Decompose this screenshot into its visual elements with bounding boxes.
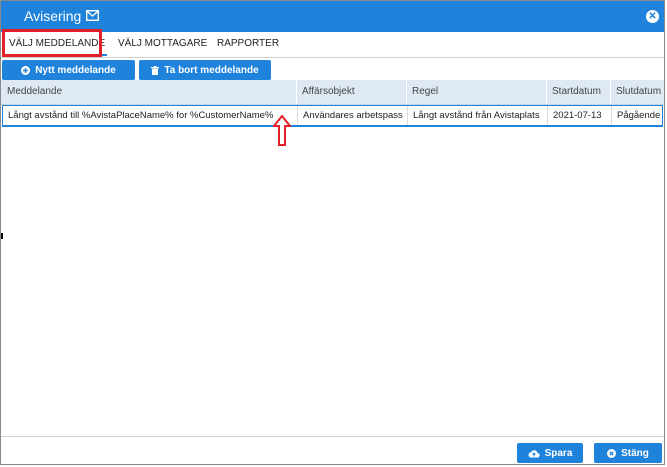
close-button[interactable]: Stäng bbox=[594, 443, 662, 463]
column-header-start-date[interactable]: Startdatum bbox=[546, 80, 610, 104]
delete-message-button[interactable]: Ta bort meddelande bbox=[139, 60, 271, 80]
active-tab-underline bbox=[7, 54, 108, 56]
tab-label: VÄLJ MOTTAGARE bbox=[118, 38, 208, 49]
tab-select-recipients[interactable]: VÄLJ MOTTAGARE bbox=[118, 38, 207, 49]
tab-select-message[interactable]: VÄLJ MEDDELANDE bbox=[7, 38, 108, 56]
title-bar: Avisering ✕ bbox=[1, 1, 664, 32]
cell-rule: Långt avstånd från Avistaplats bbox=[407, 106, 547, 125]
dialog-title: Avisering bbox=[24, 8, 100, 24]
envelope-icon bbox=[86, 8, 100, 24]
notification-dialog: Avisering ✕ VÄLJ MEDDELANDE VÄLJ MOTTAGA… bbox=[0, 0, 665, 465]
tab-reports[interactable]: RAPPORTER bbox=[217, 38, 279, 49]
table-header: Meddelande Affärsobjekt Regel Startdatum… bbox=[1, 80, 664, 105]
new-message-label: Nytt meddelande bbox=[35, 64, 116, 76]
column-header-end-date[interactable]: Slutdatum bbox=[610, 80, 664, 104]
column-header-message[interactable]: Meddelande bbox=[2, 80, 296, 104]
tab-label: RAPPORTER bbox=[217, 38, 280, 49]
column-header-rule[interactable]: Regel bbox=[406, 80, 546, 104]
plus-circle-icon bbox=[21, 65, 31, 75]
edge-marker bbox=[1, 233, 3, 239]
save-button[interactable]: Spara bbox=[517, 443, 583, 463]
up-arrow-icon bbox=[271, 114, 293, 152]
trash-icon bbox=[151, 65, 160, 75]
close-circle-icon bbox=[607, 448, 617, 458]
close-label: Stäng bbox=[621, 447, 649, 459]
save-label: Spara bbox=[544, 447, 573, 459]
table-row[interactable]: Långt avstånd till %AvistaPlaceName% for… bbox=[2, 105, 663, 127]
tab-label: VÄLJ MEDDELANDE bbox=[9, 38, 106, 49]
cell-end-date: Pågående bbox=[611, 106, 662, 125]
cloud-upload-icon bbox=[528, 449, 540, 458]
dialog-footer: Spara Stäng bbox=[1, 436, 664, 467]
tab-bar: VÄLJ MEDDELANDE VÄLJ MOTTAGARE RAPPORTER bbox=[1, 32, 664, 58]
cell-business-object: Användares arbetspass bbox=[297, 106, 407, 125]
new-message-button[interactable]: Nytt meddelande bbox=[2, 60, 135, 80]
dialog-title-text: Avisering bbox=[24, 8, 82, 24]
cell-message: Långt avstånd till %AvistaPlaceName% for… bbox=[8, 110, 274, 121]
column-header-business-object[interactable]: Affärsobjekt bbox=[296, 80, 406, 104]
delete-message-label: Ta bort meddelande bbox=[164, 64, 259, 76]
cell-start-date: 2021-07-13 bbox=[547, 106, 611, 125]
close-icon[interactable]: ✕ bbox=[646, 10, 659, 23]
